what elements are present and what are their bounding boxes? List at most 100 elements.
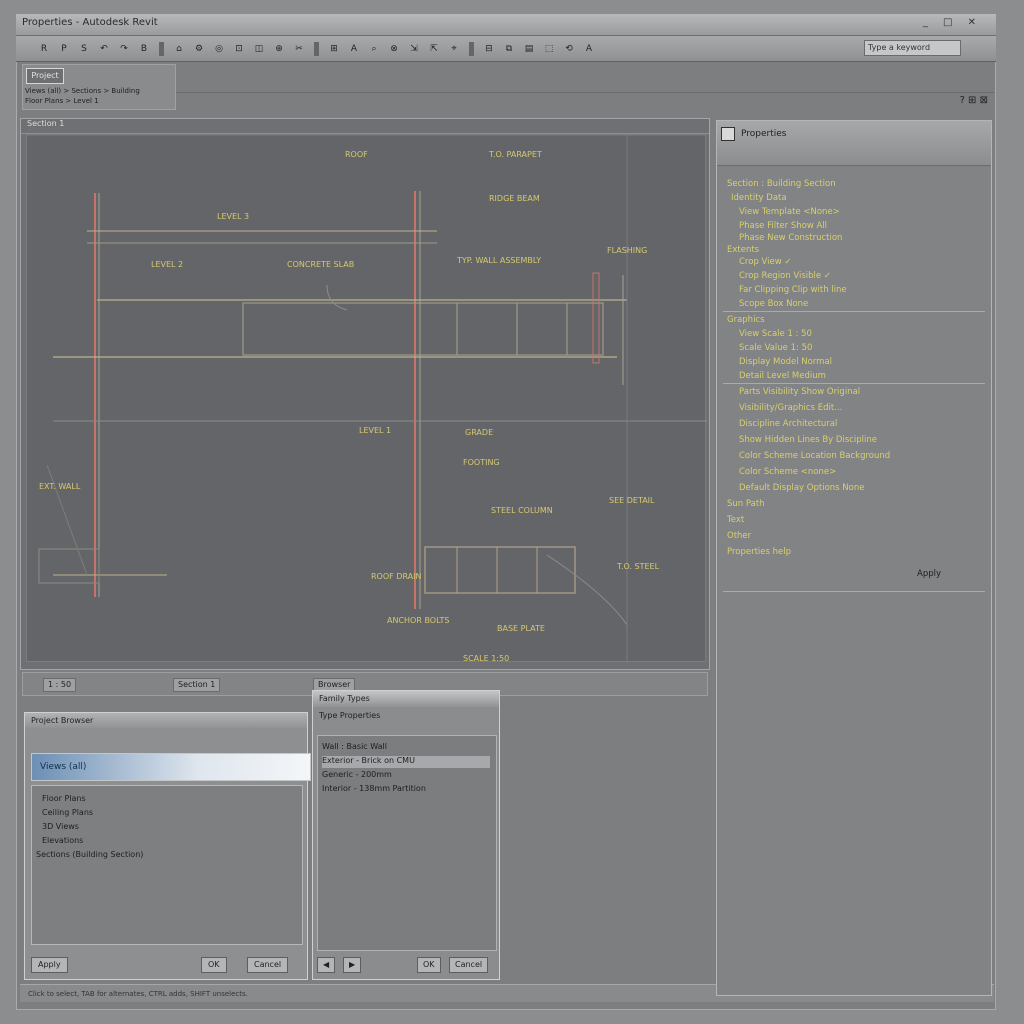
property-row[interactable]: Default Display Options None [739,483,864,493]
toolbar-button[interactable]: ✂ [291,42,307,56]
toolbar-button[interactable]: ⊗ [386,42,402,56]
scale-indicator[interactable]: 1 : 50 [43,678,77,692]
drawing-canvas[interactable]: ROOF T.O. PARAPET LEVEL 3 RIDGE BEAM LEVEL 2… [26,134,707,663]
property-row[interactable]: Far Clipping Clip with line [739,285,847,295]
list-item[interactable]: Wall : Basic Wall [322,742,490,754]
property-row[interactable]: Parts Visibility Show Original [739,387,860,397]
list-item[interactable]: Elevations [42,836,83,845]
list-item[interactable]: Interior - 138mm Partition [322,784,490,796]
toolbar-button[interactable]: ⌖ [446,42,462,56]
property-row[interactable]: Crop View ✓ [739,257,792,267]
property-row[interactable]: Phase Filter Show All [739,221,827,231]
property-row[interactable]: Identity Data [731,193,787,203]
property-row[interactable]: View Template <None> [739,207,840,217]
project-chip[interactable]: Project [26,68,64,84]
annotation-label[interactable]: STEEL COLUMN [491,506,553,515]
cancel-button[interactable]: Cancel [449,957,489,973]
property-row[interactable]: View Scale 1 : 50 [739,329,812,339]
annotation-label[interactable]: LEVEL 3 [217,212,249,221]
toolbar-button[interactable]: A [346,42,362,56]
annotation-label[interactable]: T.O. PARAPET [488,150,542,159]
view-name[interactable]: Section 1 [173,678,221,692]
toolbar-button[interactable]: ⬚ [541,42,557,56]
property-row[interactable]: Scope Box None [739,299,808,309]
annotation-label[interactable]: EXT. WALL [39,482,81,491]
explorer-path-2[interactable]: Floor Plans > Level 1 [25,97,99,105]
toolbar-button[interactable]: ⊕ [271,42,287,56]
property-row[interactable]: Phase New Construction [739,233,842,243]
list-item[interactable]: Sections (Building Section) [36,850,143,859]
toolbar-button[interactable]: B [136,42,152,56]
toolbar-button[interactable]: P [56,42,72,56]
list-item[interactable]: Ceiling Plans [42,808,93,817]
ok-button[interactable]: OK [201,957,227,973]
list-item[interactable]: Floor Plans [42,794,86,803]
property-row[interactable]: Scale Value 1: 50 [739,343,812,353]
toolbar-button[interactable]: ⇱ [426,42,442,56]
property-row[interactable]: Show Hidden Lines By Discipline [739,435,877,445]
leader-arc-1 [546,554,628,626]
property-row[interactable]: Sun Path [727,499,765,509]
prev-button[interactable]: ◀ [317,957,336,973]
property-row[interactable]: Other [727,531,751,541]
property-row[interactable]: Section : Building Section [727,179,836,189]
toolbar-button[interactable]: ⌕ [366,42,382,56]
property-row[interactable]: Extents [727,245,759,255]
next-button[interactable]: ▶ [343,957,362,973]
toolbar-button[interactable]: R [36,42,52,56]
toolbar-button[interactable]: ↶ [96,42,112,56]
annotation-label[interactable]: CONCRETE SLAB [287,260,354,269]
property-row[interactable]: Crop Region Visible ✓ [739,271,831,281]
annotation-label[interactable]: SEE DETAIL [609,496,655,505]
list-item-selected[interactable]: Exterior - Brick on CMU [322,756,490,768]
toolbar-button[interactable]: ▤ [521,42,537,56]
annotation-label[interactable]: TYP. WALL ASSEMBLY [456,256,541,265]
annotation-label[interactable]: GRADE [465,428,493,437]
annotation-label[interactable]: ANCHOR BOLTS [387,616,449,625]
annotation-label[interactable]: LEVEL 2 [151,260,183,269]
explorer-path[interactable]: Views (all) > Sections > Building [25,87,140,95]
property-row[interactable]: Display Model Normal [739,357,832,367]
toolbar-button[interactable]: ◎ [211,42,227,56]
property-row[interactable]: Apply [917,569,941,579]
property-row[interactable]: Graphics [727,315,765,325]
property-row[interactable]: Discipline Architectural [739,419,837,429]
annotation-label[interactable]: BASE PLATE [497,624,545,633]
toolbar-button[interactable]: ⌂ [171,42,187,56]
toolbar-button[interactable]: ⚙ [191,42,207,56]
toolbar-right: Type a keyword [864,40,1004,56]
toolbar-button[interactable]: ◫ [251,42,267,56]
annotation-label[interactable]: FOOTING [463,458,500,467]
toolbar-button[interactable]: S [76,42,92,56]
search-input[interactable]: Type a keyword [864,40,961,56]
toolbar-button[interactable]: ↷ [116,42,132,56]
property-row[interactable]: Detail Level Medium [739,371,826,381]
toolbar-button[interactable]: ⊟ [481,42,497,56]
toolbar-button[interactable]: ⟲ [561,42,577,56]
window-controls[interactable]: _ □ ✕ [923,17,982,28]
toolbar-button[interactable]: ⊞ [326,42,342,56]
annotation-label[interactable]: ROOF DRAIN [371,572,422,581]
list-item[interactable]: 3D Views [42,822,79,831]
dialog1-banner[interactable]: Views (all) [31,753,311,781]
property-row[interactable]: Visibility/Graphics Edit... [739,403,842,413]
annotation-label[interactable]: FLASHING [607,246,647,255]
help-icon[interactable]: ? ⊞ ⊠ [960,95,988,106]
annotation-label[interactable]: T.O. STEEL [616,562,660,571]
annotation-label[interactable]: LEVEL 1 [359,426,391,435]
property-row[interactable]: Properties help [727,547,791,557]
toolbar-button[interactable]: ⇲ [406,42,422,56]
annotation-label[interactable]: ROOF [345,150,368,159]
list-item[interactable]: Generic - 200mm [322,770,490,782]
annotation-label[interactable]: SCALE 1:50 [463,654,509,663]
toolbar-button[interactable]: ⊡ [231,42,247,56]
property-row[interactable]: Color Scheme <none> [739,467,836,477]
cancel-button[interactable]: Cancel [247,957,289,973]
annotation-label[interactable]: RIDGE BEAM [489,194,540,203]
toolbar-button[interactable]: ⧉ [501,42,517,56]
toolbar-button[interactable]: A [581,42,597,56]
apply-button[interactable]: Apply [31,957,68,973]
property-row[interactable]: Color Scheme Location Background [739,451,890,461]
property-row[interactable]: Text [727,515,744,525]
ok-button[interactable]: OK [417,957,441,973]
